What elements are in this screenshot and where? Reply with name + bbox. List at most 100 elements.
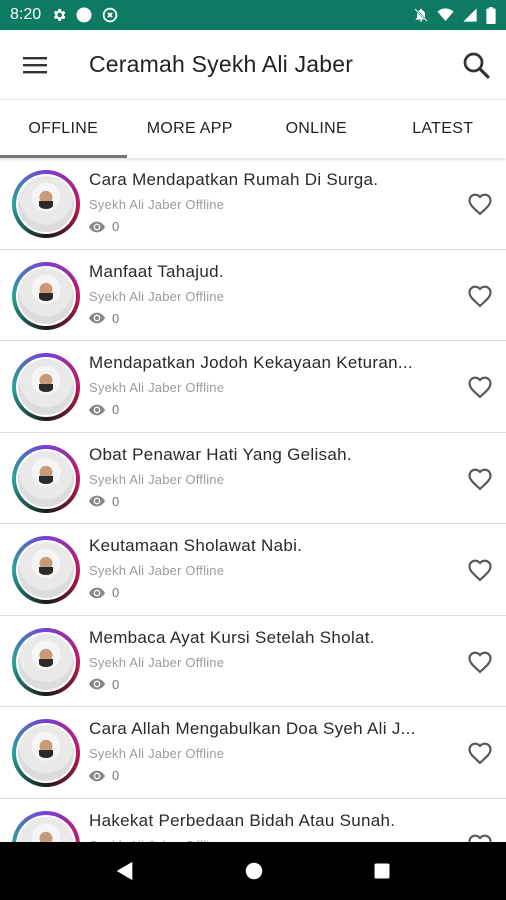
speaker-photo [18,267,74,324]
item-views: 0 [89,219,506,234]
circle-icon [76,7,92,23]
item-views: 0 [89,768,506,783]
lecture-list: Cara Mendapatkan Rumah Di Surga. Syekh Al… [0,158,506,842]
item-texts: Keutamaan Sholawat Nabi. Syekh Ali Jaber … [89,524,506,600]
list-item[interactable]: Obat Penawar Hati Yang Gelisah. Syekh Ali… [0,433,506,524]
item-subtitle: Syekh Ali Jaber Offline [89,197,225,212]
data-saver-icon [102,7,118,23]
item-texts: Manfaat Tahajud. Syekh Ali Jaber Offline 0 [89,250,506,326]
eye-icon [89,495,105,507]
avatar [12,536,80,604]
heart-icon[interactable] [466,556,494,584]
avatar-frame [16,357,76,417]
eye-icon [89,221,105,232]
speaker-photo [18,725,74,781]
list-item[interactable]: Cara Allah Mengabulkan Doa Syeh Ali J...… [0,707,506,799]
avatar [12,353,80,421]
view-count: 0 [112,768,120,783]
view-count: 0 [112,585,120,600]
status-time: 8:20 [10,6,42,23]
item-views: 0 [89,402,506,417]
speaker-photo [18,542,74,598]
eye-icon [89,587,105,598]
hamburger-icon [23,56,47,73]
avatar [12,444,80,513]
home-icon[interactable] [243,860,265,882]
avatar-frame [16,265,76,326]
item-texts: Membaca Ayat Kursi Setelah Sholat. Syekh … [89,616,506,692]
eye-icon [89,678,105,690]
item-title: Cara Allah Mengabulkan Doa Syeh Ali J... [89,719,416,738]
tab-more-app[interactable]: MORE APP [127,100,254,158]
item-title: Obat Penawar Hati Yang Gelisah. [89,444,352,464]
item-subtitle: Syekh Ali Jaber Offline [89,746,225,761]
item-title: Membaca Ayat Kursi Setelah Sholat. [89,627,375,647]
heart-icon[interactable] [466,739,494,767]
list-item[interactable]: Hakekat Perbedaan Bidah Atau Sunah.Syekh… [0,799,506,843]
item-title: Manfaat Tahajud. [89,261,224,281]
item-title: Hakekat Perbedaan Bidah Atau Sunah. [89,810,396,830]
item-subtitle: Syekh Ali Jaber Offline [89,471,225,487]
item-subtitle: Syekh Ali Jaber Offline [89,380,225,395]
view-count: 0 [112,310,120,326]
item-views: 0 [89,585,506,600]
item-subtitle: Syekh Ali Jaber Offline [89,288,225,304]
avatar-frame [16,814,76,842]
app-bar: Ceramah Syekh Ali Jaber [0,30,506,100]
speaker-photo [18,176,74,232]
eye-icon [89,770,105,781]
heart-icon[interactable] [466,831,494,843]
heart-icon[interactable] [466,648,494,676]
tab-bar: OFFLINE MORE APP ONLINE LATEST [0,100,506,158]
tab-online[interactable]: ONLINE [253,100,380,158]
eye-icon [89,404,105,415]
tab-latest[interactable]: LATEST [380,100,506,158]
view-count: 0 [112,402,120,417]
item-title: Mendapatkan Jodoh Kekayaan Keturan... [89,353,413,372]
avatar [12,170,80,238]
heart-icon[interactable] [466,373,494,401]
menu-button[interactable] [0,30,70,100]
heart-icon[interactable] [466,282,494,310]
list-item[interactable]: Keutamaan Sholawat Nabi. Syekh Ali Jaber … [0,524,506,616]
avatar [12,719,80,787]
item-texts: Cara Mendapatkan Rumah Di Surga. Syekh Al… [89,158,506,234]
heart-icon[interactable] [466,190,494,218]
heart-icon[interactable] [466,465,494,493]
item-texts: Hakekat Perbedaan Bidah Atau Sunah.Syekh… [89,799,506,843]
system-nav-bar [0,842,506,900]
status-right-icons [413,6,496,24]
avatar [12,627,80,696]
speaker-photo [18,816,74,842]
speaker-photo [18,359,74,415]
notifications-off-icon [414,8,428,22]
avatar [12,261,80,330]
avatar-frame [16,448,76,509]
eye-icon [89,312,105,324]
app-title: Ceramah Syekh Ali Jaber [89,51,354,77]
avatar-frame [16,540,76,600]
tab-offline[interactable]: OFFLINE [0,100,127,158]
battery-icon [486,6,496,24]
list-item[interactable]: Membaca Ayat Kursi Setelah Sholat. Syekh … [0,616,506,707]
search-button[interactable] [446,30,506,100]
back-icon[interactable] [114,860,136,882]
item-title: Keutamaan Sholawat Nabi. [89,536,303,555]
item-title: Cara Mendapatkan Rumah Di Surga. [89,170,379,189]
avatar [12,810,80,842]
item-subtitle: Syekh Ali Jaber Offline [89,563,225,578]
wifi-icon [437,8,454,21]
avatar-frame [16,174,76,234]
list-item[interactable]: Cara Mendapatkan Rumah Di Surga. Syekh Al… [0,158,506,250]
item-subtitle: Syekh Ali Jaber Offline [89,654,225,670]
list-item[interactable]: Mendapatkan Jodoh Kekayaan Keturan... Sye… [0,341,506,433]
view-count: 0 [112,219,120,234]
recents-icon[interactable] [372,861,392,881]
avatar-frame [16,723,76,783]
view-count: 0 [112,676,120,692]
item-views: 0 [89,311,506,326]
signal-icon [463,8,477,22]
status-left-icons [51,6,119,24]
list-item[interactable]: Manfaat Tahajud. Syekh Ali Jaber Offline 0 [0,250,506,341]
item-texts: Obat Penawar Hati Yang Gelisah. Syekh Ali… [89,433,506,509]
